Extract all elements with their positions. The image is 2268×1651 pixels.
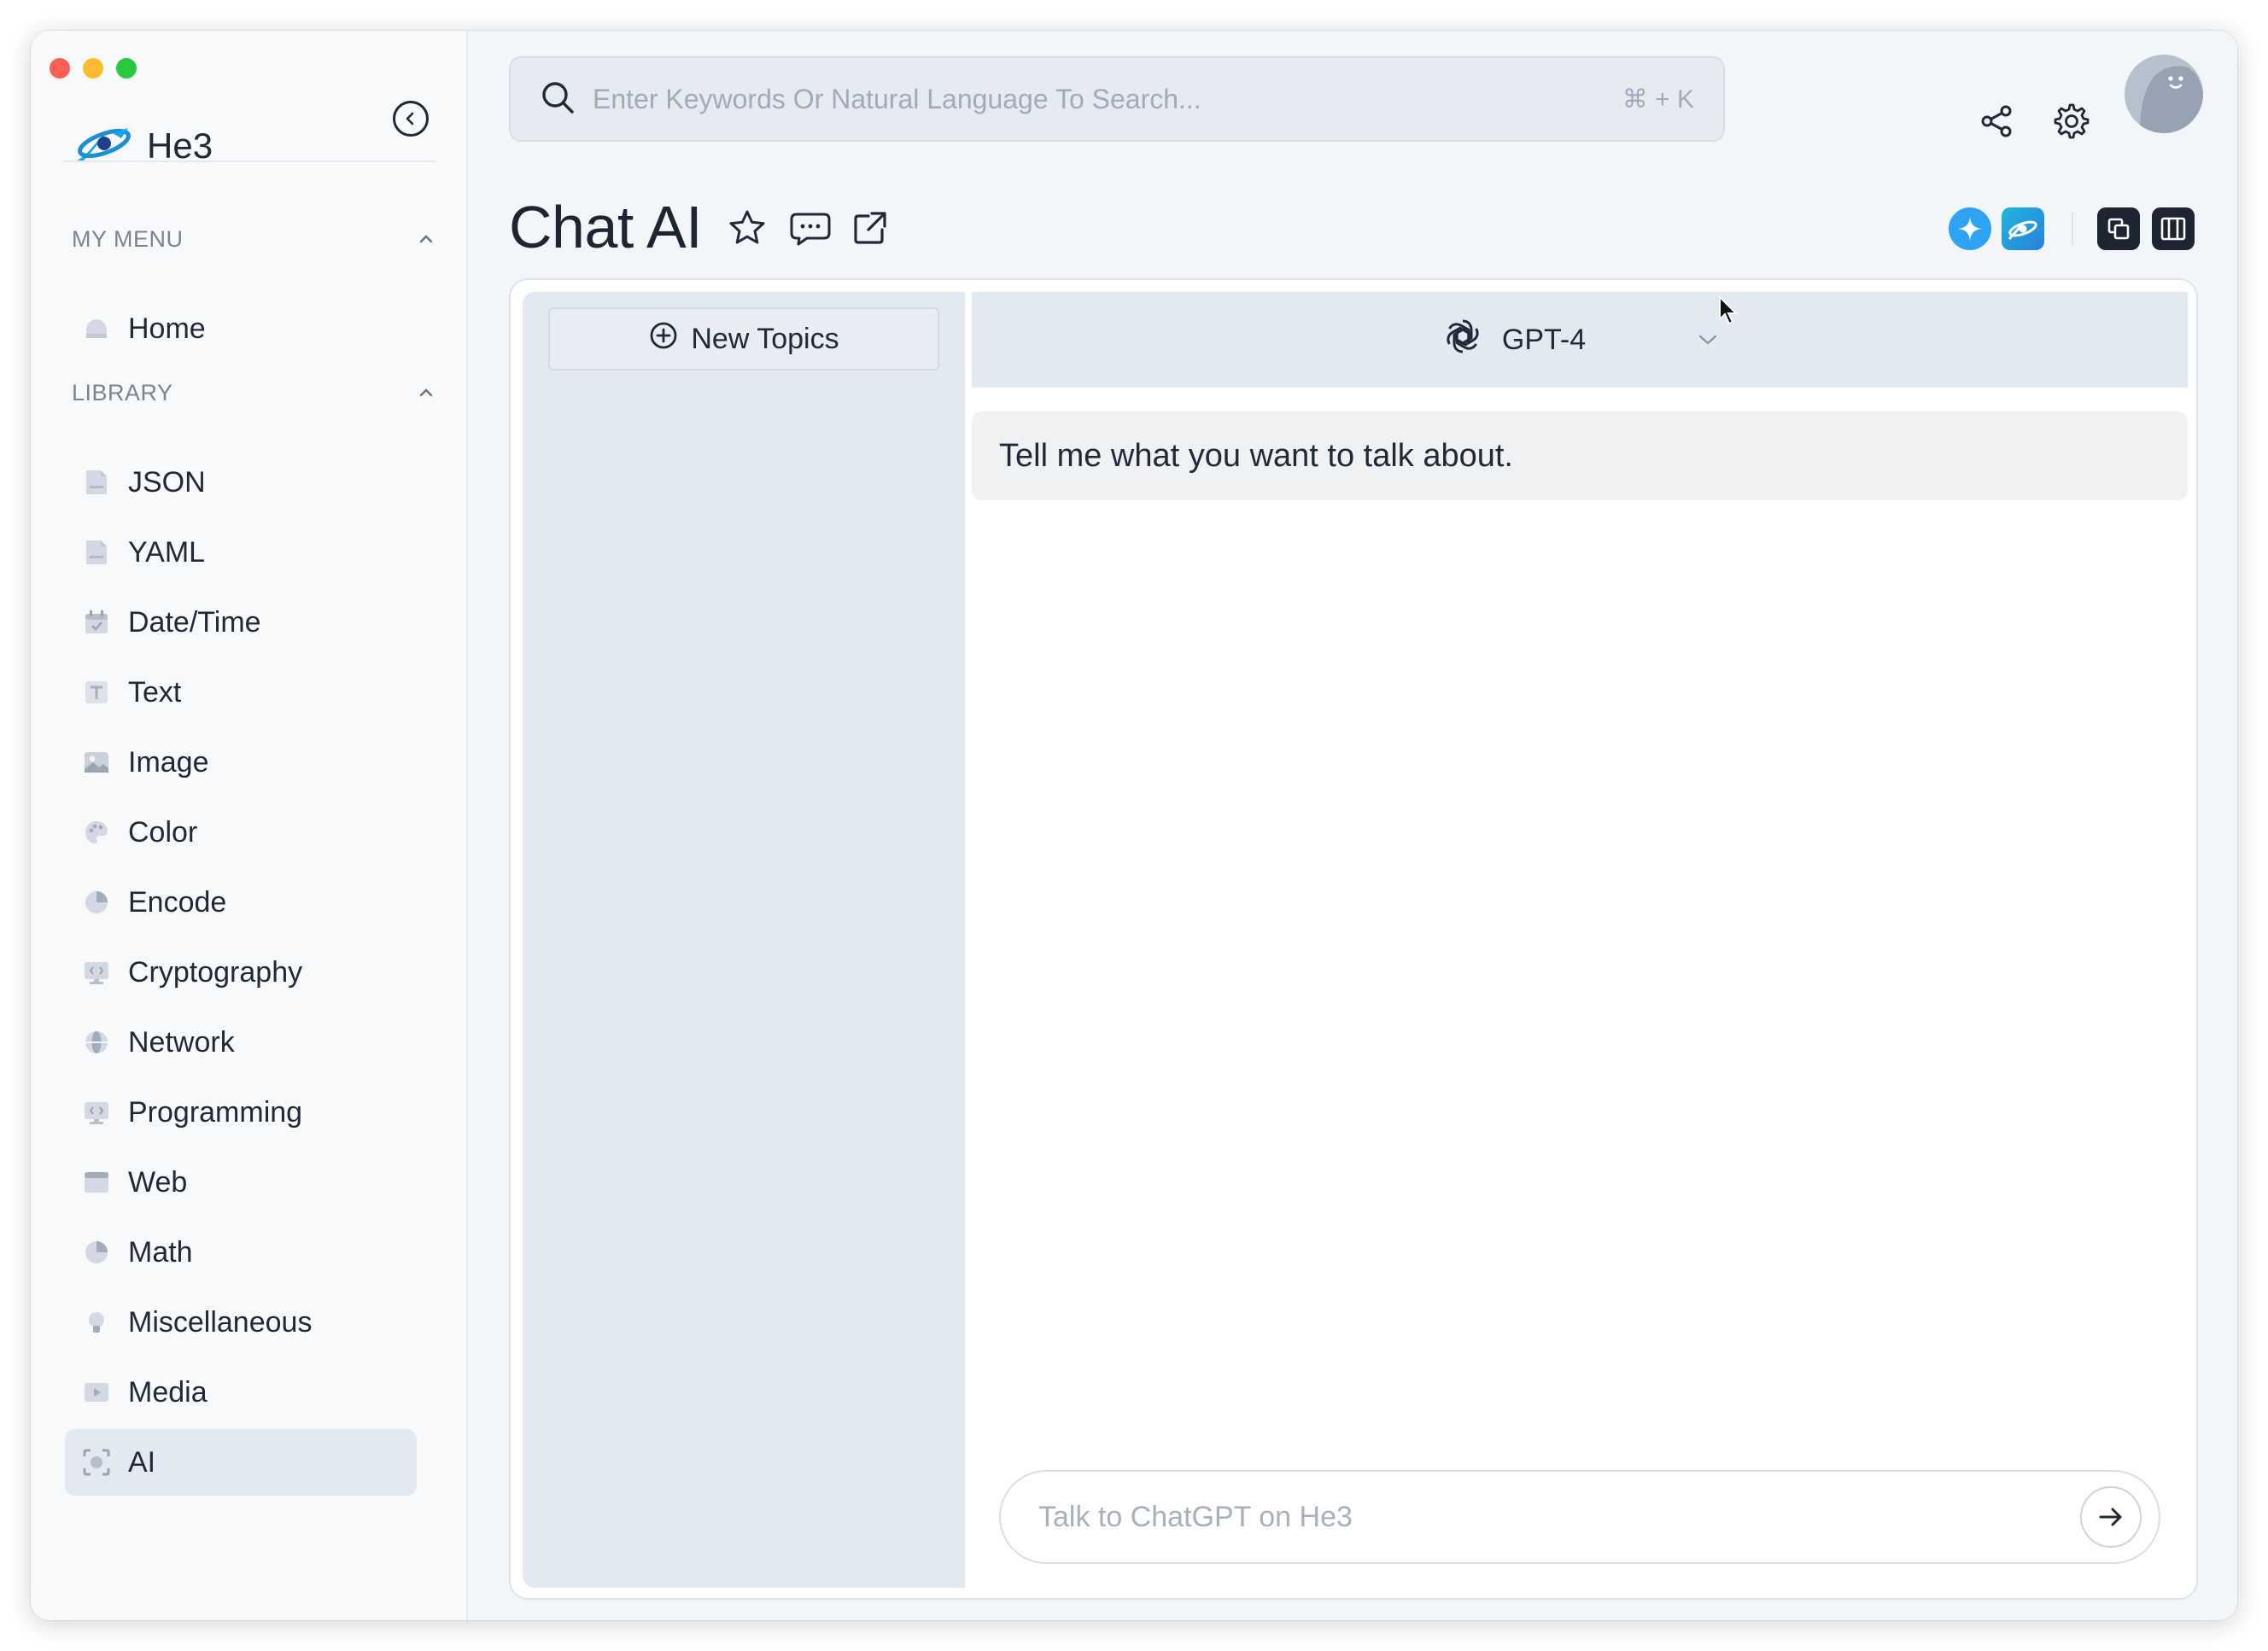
search-shortcut: ⌘ + K: [1622, 85, 1694, 114]
bulb-icon: [82, 1308, 111, 1337]
star-icon[interactable]: [726, 207, 769, 249]
sidebar-item-web[interactable]: Web: [65, 1149, 417, 1216]
yaml-file-icon: [82, 538, 111, 567]
search-placeholder: Enter Keywords Or Natural Language To Se…: [593, 83, 1201, 114]
new-topics-button[interactable]: New Topics: [548, 307, 939, 370]
chat-panel: New Topics GPT-4 Tell me what you want t…: [509, 278, 2198, 1600]
sidebar-item-yaml[interactable]: YAML: [65, 519, 417, 586]
palette-icon: [82, 818, 111, 847]
he3-logo-icon: [72, 121, 137, 170]
json-file-icon: [82, 468, 111, 497]
section-label: LIBRARY: [72, 379, 173, 405]
home-icon: [82, 314, 111, 343]
openai-icon: [1442, 316, 1483, 365]
avatar[interactable]: [2125, 55, 2203, 133]
code-monitor-icon: [82, 1098, 111, 1127]
sidebar-item-label: Date/Time: [128, 605, 261, 639]
sidebar-item-encode[interactable]: Encode: [65, 869, 417, 936]
sidebar-item-miscellaneous[interactable]: Miscellaneous: [65, 1289, 417, 1356]
search-bar[interactable]: Enter Keywords Or Natural Language To Se…: [509, 56, 1725, 142]
ai-scan-icon: [82, 1448, 111, 1477]
plus-circle-icon: [648, 320, 679, 359]
sidebar-item-label: Network: [128, 1025, 235, 1059]
toolbar-divider: [2072, 212, 2073, 246]
page-title: Chat AI: [509, 194, 703, 260]
new-topics-label: New Topics: [691, 322, 839, 355]
sidebar-item-label: Text: [128, 675, 182, 709]
mouse-cursor-icon: [1718, 295, 1739, 330]
sidebar-item-math[interactable]: Math: [65, 1219, 417, 1286]
sidebar-item-programming[interactable]: Programming: [65, 1079, 417, 1146]
sidebar-item-json[interactable]: JSON: [65, 449, 417, 516]
sidebar-item-cryptography[interactable]: Cryptography: [65, 939, 417, 1006]
message-text: Tell me what you want to talk about.: [999, 437, 1513, 474]
sidebar-item-label: Cryptography: [128, 955, 303, 989]
external-link-icon[interactable]: [849, 207, 891, 249]
sidebar-item-label: Programming: [128, 1095, 303, 1129]
window-controls: [50, 58, 137, 79]
sidebar-item-text[interactable]: Text: [65, 659, 417, 726]
arrow-right-icon: [2099, 1508, 2122, 1526]
collapse-sidebar-button[interactable]: [393, 101, 429, 137]
sidebar-item-label: JSON: [128, 465, 206, 499]
sidebar-item-ai[interactable]: AI: [65, 1429, 417, 1496]
sidebar-item-color[interactable]: Color: [65, 799, 417, 866]
search-icon: [540, 79, 576, 120]
sidebar-item-label: AI: [128, 1445, 156, 1479]
sidebar-item-label: Home: [128, 312, 206, 345]
chat-composer: [999, 1470, 2160, 1564]
share-icon[interactable]: [1976, 101, 2017, 142]
sidebar-item-home[interactable]: Home: [65, 295, 417, 362]
sidebar-item-network[interactable]: Network: [65, 1009, 417, 1076]
chat-input[interactable]: [1038, 1500, 2080, 1534]
model-name: GPT-4: [1501, 323, 1587, 356]
sparkle-ai-icon[interactable]: [1949, 207, 1991, 250]
sidebar-divider: [63, 160, 435, 162]
image-icon: [82, 748, 111, 777]
maximize-window-button[interactable]: [116, 58, 137, 79]
globe-icon: [82, 1028, 111, 1057]
sidebar-item-label: Miscellaneous: [128, 1305, 313, 1339]
section-library[interactable]: LIBRARY: [72, 376, 439, 410]
topics-pane: New Topics: [523, 292, 965, 1588]
model-selector[interactable]: GPT-4: [972, 292, 2188, 388]
pie-icon: [82, 888, 111, 917]
chevron-left-icon: [406, 112, 414, 125]
close-window-button[interactable]: [50, 58, 70, 79]
sidebar-item-label: Math: [128, 1235, 193, 1269]
sidebar-item-datetime[interactable]: Date/Time: [65, 589, 417, 656]
minimize-window-button[interactable]: [83, 58, 103, 79]
sidebar-item-label: Media: [128, 1375, 208, 1409]
app-window: He3 MY MENU Home LIBRARY JSON YAML Date/…: [31, 31, 2237, 1620]
code-monitor-icon: [82, 958, 111, 987]
sidebar-toggle-icon[interactable]: [2152, 207, 2195, 250]
section-label: MY MENU: [72, 225, 184, 252]
pie-icon: [82, 1238, 111, 1267]
chevron-up-icon: [413, 380, 439, 405]
sidebar-item-label: Encode: [128, 885, 227, 919]
text-icon: [82, 678, 111, 707]
assistant-message: Tell me what you want to talk about.: [972, 411, 2188, 500]
browser-icon: [82, 1168, 111, 1197]
gear-icon[interactable]: [2051, 101, 2092, 142]
calendar-icon: [82, 608, 111, 637]
sidebar-item-image[interactable]: Image: [65, 729, 417, 796]
play-icon: [82, 1378, 111, 1407]
sidebar-item-label: YAML: [128, 535, 206, 569]
sidebar-item-label: Web: [128, 1165, 188, 1199]
chat-bubble-icon[interactable]: [789, 207, 832, 249]
send-button[interactable]: [2080, 1486, 2142, 1548]
sidebar-item-media[interactable]: Media: [65, 1359, 417, 1426]
sidebar-item-label: Color: [128, 815, 198, 849]
chevron-up-icon: [413, 226, 439, 252]
copy-window-icon[interactable]: [2097, 207, 2140, 250]
he3-app-icon[interactable]: [2002, 207, 2044, 250]
sidebar-item-label: Image: [128, 745, 209, 779]
chevron-down-icon: [1698, 334, 1717, 346]
section-my-menu[interactable]: MY MENU: [72, 222, 439, 256]
brand[interactable]: He3: [72, 121, 213, 170]
sidebar: He3 MY MENU Home LIBRARY JSON YAML Date/…: [31, 31, 468, 1620]
